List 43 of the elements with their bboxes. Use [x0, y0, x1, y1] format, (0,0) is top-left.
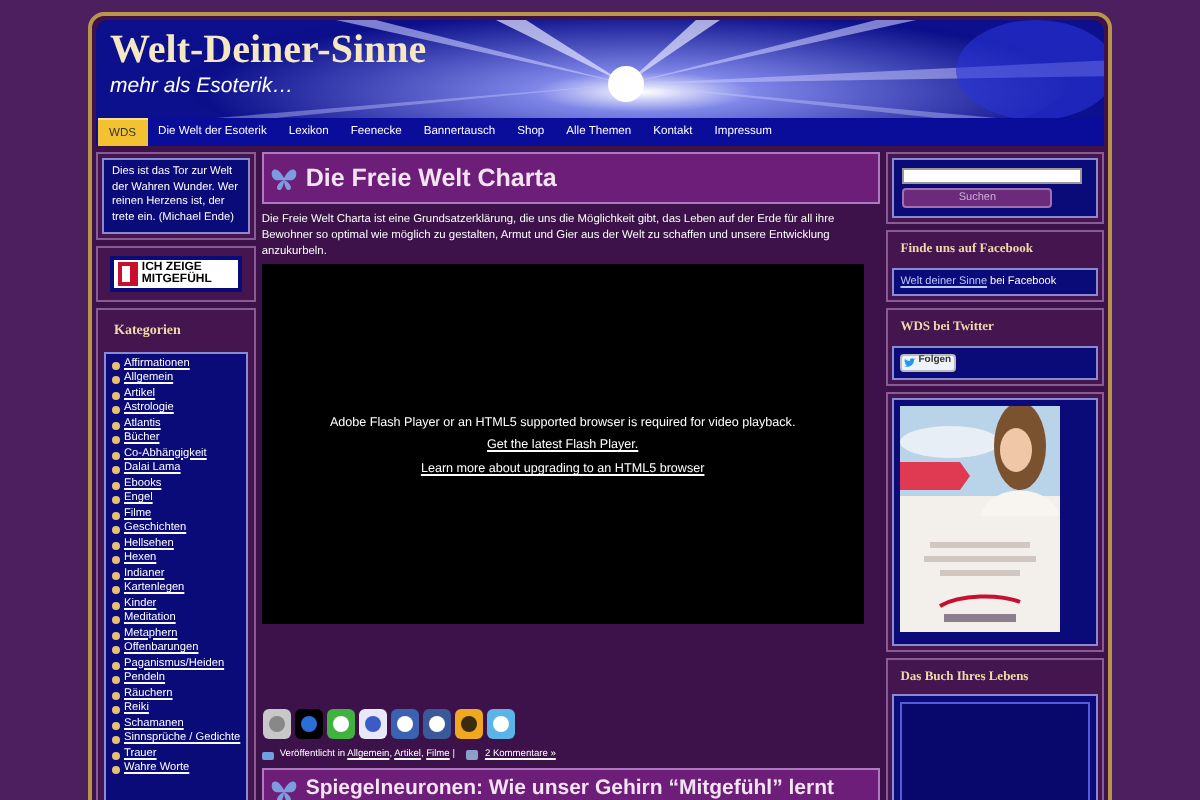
- share-icon[interactable]: [389, 708, 420, 740]
- share-icon[interactable]: [485, 708, 516, 740]
- bullet-icon: [112, 421, 120, 429]
- bullet-icon: [112, 391, 120, 399]
- share-icon[interactable]: [421, 708, 452, 740]
- bullet-icon: [112, 736, 120, 744]
- bullet-icon: [112, 376, 120, 384]
- search-field[interactable]: [902, 168, 1083, 184]
- bullet-icon: [112, 766, 120, 774]
- bullet-icon: [112, 496, 120, 504]
- bullet-icon: [112, 601, 120, 609]
- bullet-icon: [112, 556, 120, 564]
- bullet-icon: [112, 691, 120, 699]
- post-title[interactable]: Die Freie Welt Charta: [305, 159, 557, 197]
- bird-icon: [904, 357, 917, 367]
- bullet-icon: [112, 481, 120, 489]
- bullet-icon: [112, 616, 120, 624]
- bullet-icon: [112, 661, 120, 669]
- bullet-icon: [112, 646, 120, 654]
- bullet-icon: [112, 706, 120, 714]
- bullet-icon: [112, 451, 120, 459]
- share-icon[interactable]: [261, 708, 292, 740]
- bullet-icon: [112, 466, 120, 474]
- bullet-icon: [112, 361, 120, 369]
- butterfly-icon: [269, 165, 298, 191]
- bullet-icon: [112, 586, 120, 594]
- bullet-icon: [112, 541, 120, 549]
- post-title[interactable]: Spiegelneuronen: Wie unser Gehirn “Mitgefühl” lernt: [305, 774, 835, 800]
- bullet-icon: [112, 721, 120, 729]
- site-title: Welt-Deiner-Sinne: [110, 26, 427, 74]
- share-icon[interactable]: [325, 708, 356, 740]
- bullet-icon: [112, 676, 120, 684]
- bullet-icon: [112, 511, 120, 519]
- bullet-icon: [112, 526, 120, 534]
- bullet-icon: [112, 751, 120, 759]
- butterfly-icon: [269, 777, 298, 800]
- bullet-icon: [112, 436, 120, 444]
- share-icon[interactable]: [357, 708, 388, 740]
- share-icon[interactable]: [453, 708, 484, 740]
- bullet-icon: [112, 406, 120, 414]
- bullet-icon: [112, 631, 120, 639]
- bullet-icon: [112, 571, 120, 579]
- site-tagline: mehr als Esoterik…: [110, 74, 294, 98]
